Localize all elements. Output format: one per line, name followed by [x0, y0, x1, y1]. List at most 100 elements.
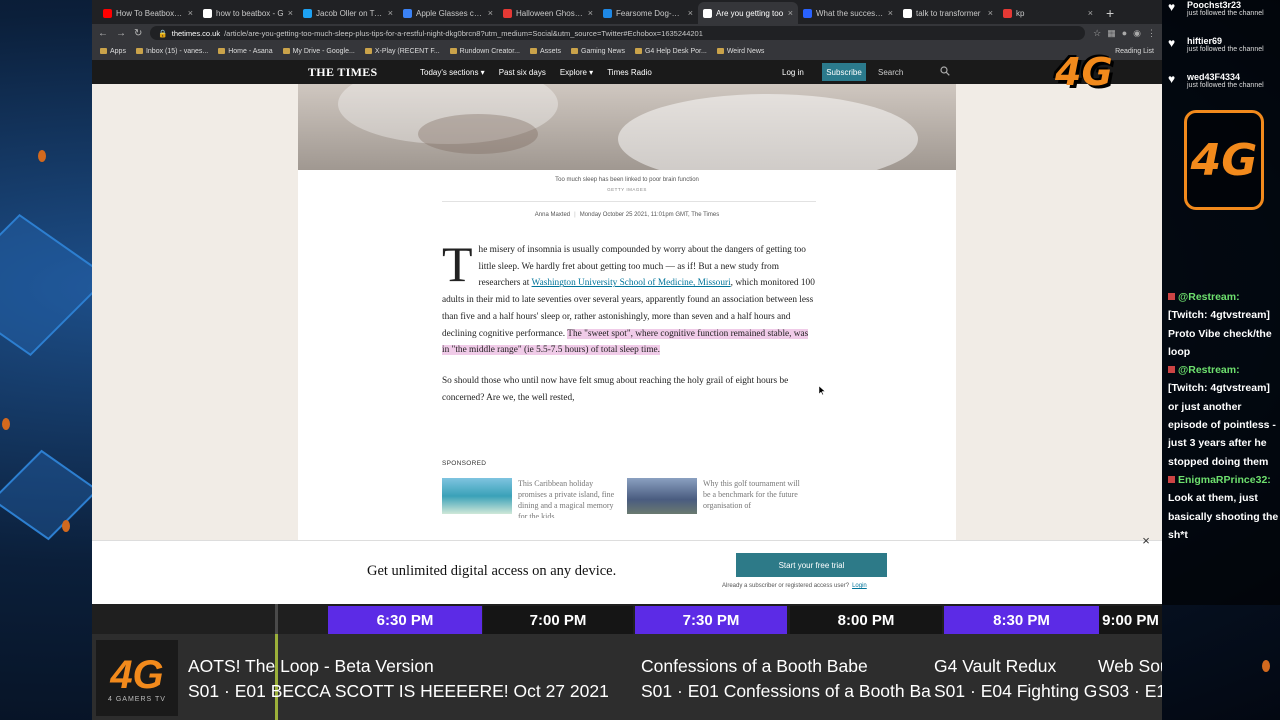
banner-login-link[interactable]: Login — [852, 583, 867, 589]
close-icon[interactable]: × — [488, 8, 493, 18]
show-title: AOTS! The Loop - Beta Version — [188, 656, 434, 676]
bookmark-label: Apps — [110, 47, 126, 55]
close-icon[interactable]: × — [588, 8, 593, 18]
browser-tab[interactable]: Halloween Ghost Q × — [498, 2, 598, 24]
extension-icon[interactable]: ● — [1122, 28, 1127, 39]
chat-text: [Twitch: 4gtvstream] Proto Vibe check/th… — [1168, 309, 1272, 358]
nav-link[interactable]: Past six days — [499, 68, 546, 77]
search-icon[interactable] — [940, 66, 950, 76]
sponsored-label: SPONSORED — [442, 460, 487, 467]
sponsored-image — [442, 478, 512, 514]
browser-tab[interactable]: how to beatbox - G × — [198, 2, 298, 24]
close-icon[interactable]: × — [388, 8, 393, 18]
chat-badge-icon — [1168, 293, 1175, 300]
tab-title: Fearsome Dog-Size — [616, 8, 684, 18]
nav-link[interactable]: Times Radio — [607, 68, 652, 77]
tab-title: What the successfu — [816, 8, 884, 18]
chat-username: @Restream: — [1178, 364, 1240, 377]
tab-favicon-icon — [203, 8, 212, 18]
schedule-show[interactable]: Web Soup S03 · E11 — [1098, 654, 1162, 704]
extension-icon[interactable]: ▦ — [1107, 28, 1116, 39]
sponsored-card[interactable]: This Caribbean holiday promises a privat… — [442, 478, 622, 518]
drop-cap: T — [442, 236, 473, 292]
sponsored-card[interactable]: Why this golf tournament will be a bench… — [627, 478, 807, 518]
schedule-show[interactable]: G4 Vault Redux S01 · E04 Fighting Games — [934, 654, 1096, 704]
menu-icon[interactable]: ⋮ — [1147, 28, 1156, 39]
browser-tab[interactable]: Fearsome Dog-Size × — [598, 2, 698, 24]
time-slot: 6:30 PM — [328, 606, 482, 634]
reading-list-button[interactable]: Reading List — [1115, 48, 1154, 55]
bookmark-label: Gaming News — [581, 47, 625, 55]
close-icon[interactable]: × — [1140, 534, 1152, 547]
nav-link[interactable]: Explore ▾ — [560, 68, 593, 77]
bookmark-item[interactable]: Assets — [529, 48, 561, 55]
show-episode: S03 · E11 — [1098, 681, 1162, 701]
profile-icon[interactable]: ◉ — [1133, 28, 1141, 39]
tab-favicon-icon — [903, 8, 912, 18]
tab-title: talk to transformer — [916, 8, 981, 18]
times-logo[interactable]: THE TIMES — [308, 65, 378, 80]
close-icon[interactable]: × — [188, 8, 193, 18]
back-icon[interactable]: ← — [98, 28, 108, 39]
bookmark-item[interactable]: G4 Help Desk Por... — [634, 48, 707, 55]
tab-title: how to beatbox - G — [216, 8, 284, 18]
browser-tab[interactable]: Jacob Oller on Twit × — [298, 2, 398, 24]
article: Too much sleep has been linked to poor b… — [298, 84, 956, 604]
tab-favicon-icon — [503, 8, 512, 18]
bookmark-item[interactable]: X-Play (RECENT F... — [364, 48, 440, 55]
close-icon[interactable]: × — [988, 8, 993, 18]
times-nav-bar: THE TIMES Today's sections ▾ Past six day… — [92, 60, 1162, 84]
folder-icon — [716, 48, 724, 54]
browser-tab[interactable]: Are you getting too × — [698, 2, 798, 24]
show-episode: S01 · E04 Fighting Games — [934, 681, 1096, 701]
new-tab-icon[interactable]: + — [1098, 5, 1122, 24]
subscribe-button[interactable]: Subscribe — [822, 63, 866, 81]
close-icon[interactable]: × — [888, 8, 893, 18]
browser-tab[interactable]: kp × — [998, 2, 1098, 24]
reload-icon[interactable]: ↻ — [134, 28, 142, 39]
time-slot: 7:30 PM — [635, 606, 787, 634]
bookmark-item[interactable]: Home - Asana — [218, 48, 273, 55]
bookmark-item[interactable]: Inbox (15) - vanes... — [135, 48, 208, 55]
chat-message: @Restream: [Twitch: 4gtvstream] or just a… — [1168, 361, 1280, 471]
schedule-show[interactable]: AOTS! The Loop - Beta Version S01 · E01 B… — [188, 654, 628, 704]
browser-tab[interactable]: How To Beatbox Ba × — [98, 2, 198, 24]
tab-favicon-icon — [1003, 8, 1012, 18]
bookmark-item[interactable]: Gaming News — [571, 48, 625, 55]
bookmark-item[interactable]: Apps — [100, 48, 126, 55]
bookmark-label: Rundown Creator... — [459, 47, 520, 55]
folder-icon — [571, 48, 578, 54]
close-icon[interactable]: × — [1088, 8, 1093, 18]
bookmark-star-icon[interactable]: ☆ — [1093, 28, 1101, 39]
bookmark-item[interactable]: Weird News — [716, 48, 764, 55]
browser-tab[interactable]: talk to transformer × — [898, 2, 998, 24]
browser-tab[interactable]: Apple Glasses coul × — [398, 2, 498, 24]
follow-alert: ♥ hiftier69 just followed the channel — [1162, 36, 1280, 72]
timeline: 6:30 PM 7:00 PM 7:30 PM 8:00 PM 8:30 PM 9:00 … — [92, 604, 1162, 634]
login-link[interactable]: Log in — [782, 68, 804, 77]
article-body: The misery of insomnia is usually compou… — [442, 236, 816, 406]
folder-icon — [364, 48, 372, 54]
study-link[interactable]: Washington University School of Medicine… — [532, 278, 731, 288]
forward-icon[interactable]: → — [116, 28, 126, 39]
show-episode: S01 · E01 BECCA SCOTT IS HEEEERE! Oct 27… — [188, 681, 609, 701]
bookmark-item[interactable]: My Drive - Google... — [282, 48, 355, 55]
author-name[interactable]: Anna Maxted — [535, 212, 570, 218]
browser-tab[interactable]: What the successfu × — [798, 2, 898, 24]
close-icon[interactable]: × — [788, 8, 793, 18]
mouse-cursor-icon — [819, 386, 825, 395]
follow-alert: ♥ wed43F4334 just followed the channel — [1162, 72, 1280, 108]
tab-title: How To Beatbox Ba — [116, 8, 184, 18]
address-bar[interactable]: 🔒 thetimes.co.uk/article/are-you-getting… — [150, 26, 1086, 40]
chat-username: EnigmaRPrince32: — [1178, 473, 1271, 486]
publish-date: Monday October 25 2021, 11:01pm GMT, The… — [579, 212, 720, 218]
schedule-show[interactable]: Confessions of a Booth Babe S01 · E01 Con… — [641, 654, 931, 704]
nav-link[interactable]: Today's sections ▾ — [420, 68, 485, 77]
sponsored-text: This Caribbean holiday promises a privat… — [518, 479, 615, 518]
free-trial-button[interactable]: Start your free trial — [736, 553, 887, 577]
time-slot: 8:30 PM — [944, 606, 1099, 634]
bookmark-item[interactable]: Rundown Creator... — [449, 47, 520, 55]
close-icon[interactable]: × — [688, 8, 693, 18]
close-icon[interactable]: × — [288, 8, 293, 18]
chat-text: Look at them, just basically shooting th… — [1168, 492, 1279, 541]
